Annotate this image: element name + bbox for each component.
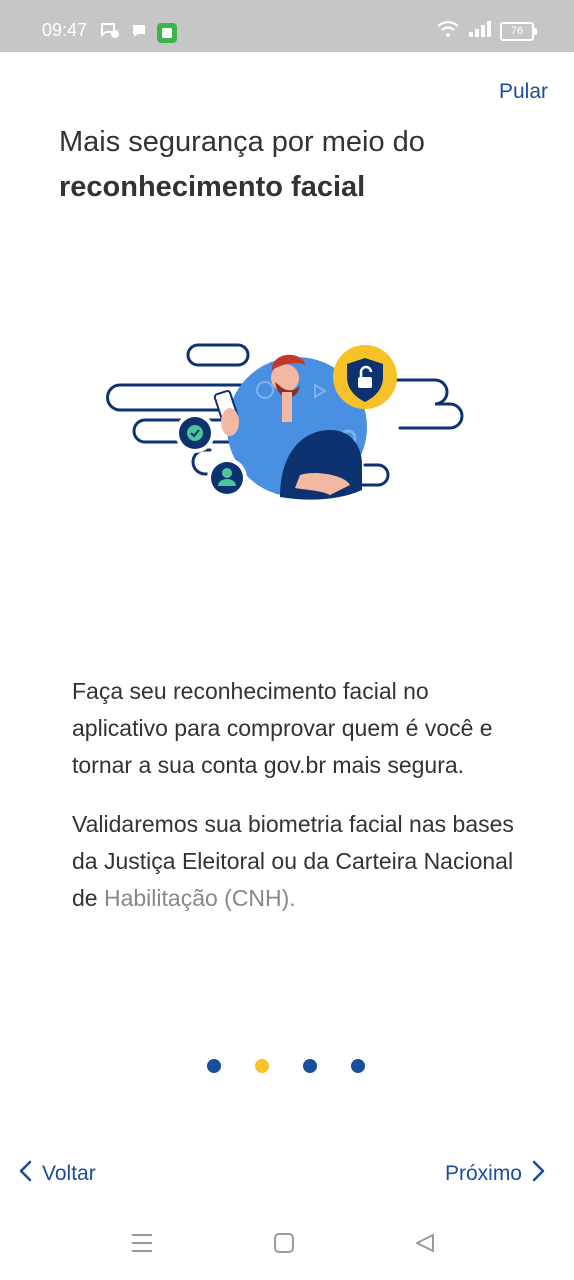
description-paragraph-2-faded: Habilitação (CNH). [103,885,296,911]
status-right: 76 [436,20,537,42]
wifi-icon [436,20,460,42]
face-recognition-illustration [100,330,480,520]
description-paragraph-2: Validaremos sua biometria facial nas bas… [72,806,522,917]
description-paragraph-1: Faça seu reconhecimento facial no aplica… [72,678,493,778]
notification-icon [100,22,120,44]
skip-button[interactable]: Pular [499,80,548,104]
pagination-dot-active [255,1059,269,1073]
system-navigation-bar [0,1218,574,1280]
home-icon[interactable] [273,1232,295,1258]
next-label: Próximo [444,1162,522,1185]
title-line1: Mais segurança por meio do [59,126,425,158]
status-time: 09:47 [42,20,88,40]
menu-icon[interactable] [131,1232,153,1258]
back-icon[interactable] [414,1232,436,1258]
signal-icon [468,20,492,42]
chevron-right-icon [532,1160,546,1188]
pagination-dot [207,1059,221,1073]
status-bar: 09:47 76 [0,0,574,52]
title-line2: reconhecimento facial [59,171,366,203]
pagination-dots [207,1059,365,1073]
next-button[interactable]: Próximo [445,1160,546,1188]
back-button[interactable]: Voltar [18,1160,96,1188]
page-title: Mais segurança por meio do reconheciment… [59,120,529,210]
back-label: Voltar [42,1162,96,1185]
pagination-dot [303,1059,317,1073]
chat-icon [130,22,148,44]
description: Faça seu reconhecimento facial no aplica… [72,673,522,939]
battery-icon: 76 [500,21,537,41]
app-icon [157,23,177,47]
pagination-dot [351,1059,365,1073]
chevron-left-icon [18,1160,32,1188]
